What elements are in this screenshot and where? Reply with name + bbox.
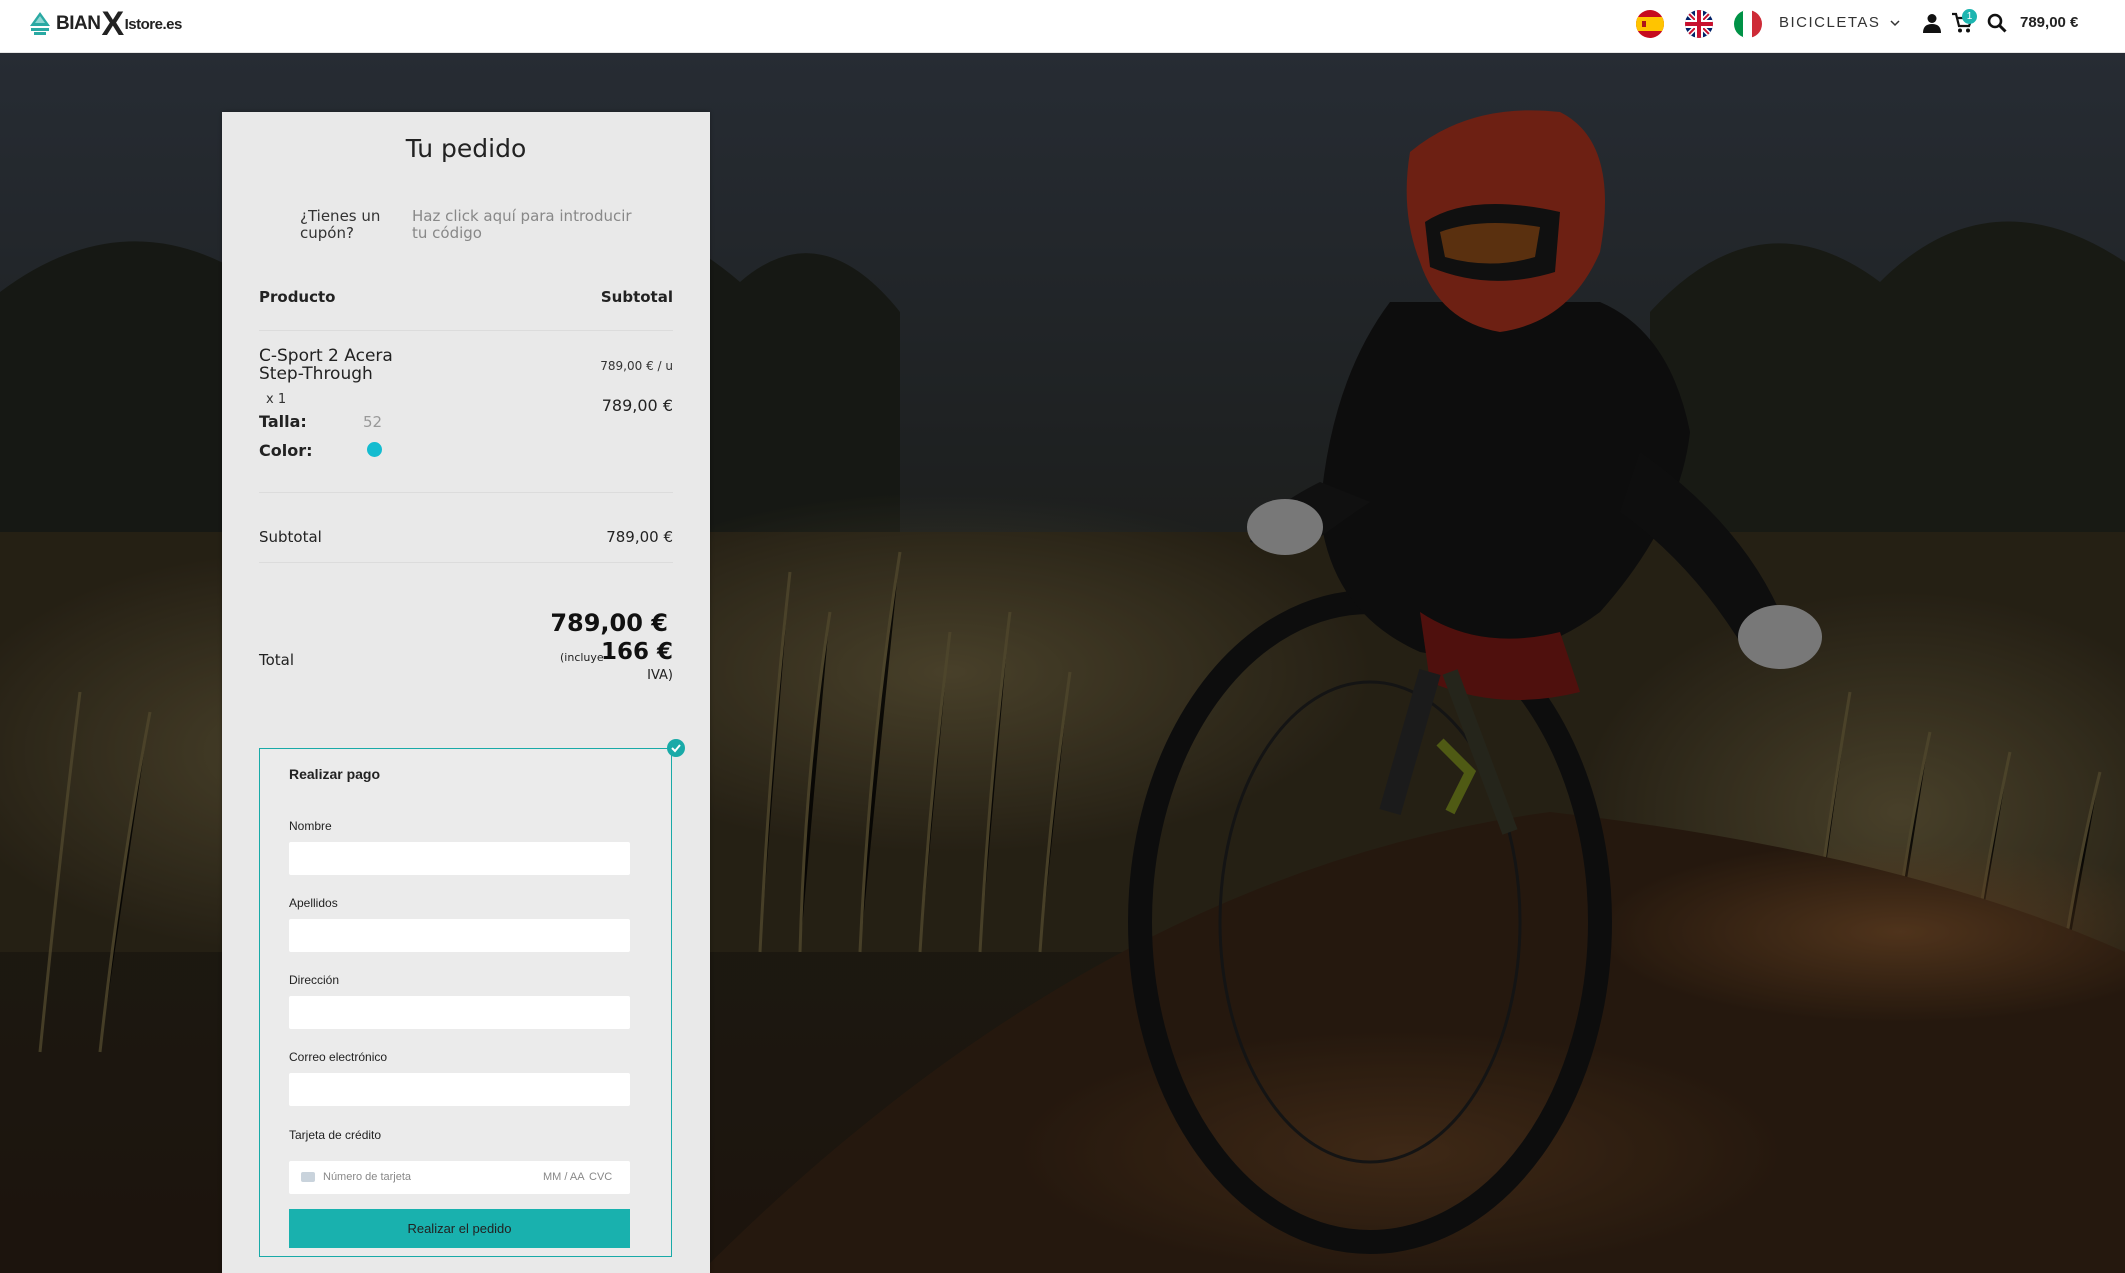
size-label: Talla: <box>259 412 307 431</box>
coupon-question: ¿Tienes un cupón? <box>300 207 381 242</box>
product-unit-price: 789,00 € / u <box>600 359 673 373</box>
logo-mountain-icon <box>30 12 50 35</box>
product-name: C-Sport 2 Acera Step-Through <box>259 346 393 384</box>
total-value: 789,00 € <box>550 609 668 637</box>
size-value: 52 <box>363 413 383 431</box>
user-account-icon[interactable] <box>1923 13 1941 33</box>
email-field[interactable] <box>289 1073 630 1106</box>
color-label: Color: <box>259 441 313 460</box>
credit-card-label: Tarjeta de crédito <box>289 1128 382 1142</box>
coupon-link[interactable]: Haz click aquí para introducir tu código <box>412 208 642 242</box>
column-header-subtotal: Subtotal <box>600 288 673 306</box>
first-name-field[interactable] <box>289 842 630 875</box>
cart-total-amount[interactable]: 789,00 € <box>2020 0 2078 46</box>
top-navigation-bar: BIAN X Istore.es BICICLETAS 1 789,00 € <box>0 0 2125 53</box>
logo-text-bian: BIAN <box>56 13 101 34</box>
tax-suffix: IVA) <box>647 668 673 683</box>
product-line-total: 789,00 € <box>601 396 673 415</box>
italy-flag-icon[interactable] <box>1734 10 1762 38</box>
spain-flag-icon[interactable] <box>1636 10 1664 38</box>
logo-text-store: Istore.es <box>124 15 183 33</box>
cart-count-badge: 1 <box>1962 9 1977 24</box>
tax-prefix: (incluye <box>560 651 604 664</box>
first-name-label: Nombre <box>289 819 332 833</box>
payment-form: Realizar pago Nombre Apellidos Dirección… <box>259 748 672 1257</box>
card-cvc-placeholder[interactable]: CVC <box>589 1171 612 1183</box>
divider <box>259 562 673 563</box>
color-swatch <box>367 442 382 457</box>
last-name-field[interactable] <box>289 919 630 952</box>
address-label: Dirección <box>289 973 340 987</box>
total-label: Total <box>259 651 295 669</box>
subtotal-value: 789,00 € <box>606 528 673 546</box>
tax-value: 166 € <box>600 639 673 665</box>
uk-flag-icon[interactable] <box>1685 10 1713 38</box>
credit-card-icon <box>301 1172 315 1182</box>
credit-card-input[interactable]: Número de tarjeta MM / AA CVC <box>289 1161 630 1194</box>
menu-bicycles-label: BICICLETAS <box>1779 14 1881 31</box>
address-field[interactable] <box>289 996 630 1029</box>
card-expiry-placeholder[interactable]: MM / AA <box>543 1171 585 1183</box>
order-title: Tu pedido <box>405 134 527 163</box>
check-circle-icon <box>667 739 685 757</box>
divider <box>259 492 673 493</box>
divider <box>259 330 673 331</box>
site-logo[interactable]: BIAN X Istore.es <box>28 4 182 44</box>
column-header-product: Producto <box>259 288 336 306</box>
place-order-button[interactable]: Realizar el pedido <box>289 1209 630 1248</box>
product-quantity: x 1 <box>266 392 287 407</box>
order-summary-panel: Tu pedido ¿Tienes un cupón? Haz click aq… <box>222 112 710 1273</box>
menu-bicycles[interactable]: BICICLETAS <box>1779 0 1900 48</box>
card-number-placeholder[interactable]: Número de tarjeta <box>323 1171 411 1183</box>
subtotal-label: Subtotal <box>259 528 322 546</box>
payment-title: Realizar pago <box>289 766 381 782</box>
search-icon[interactable] <box>1987 13 2007 33</box>
chevron-down-icon <box>1890 20 1900 27</box>
last-name-label: Apellidos <box>289 896 338 910</box>
logo-text-x: X <box>101 5 124 43</box>
email-label: Correo electrónico <box>289 1050 388 1064</box>
